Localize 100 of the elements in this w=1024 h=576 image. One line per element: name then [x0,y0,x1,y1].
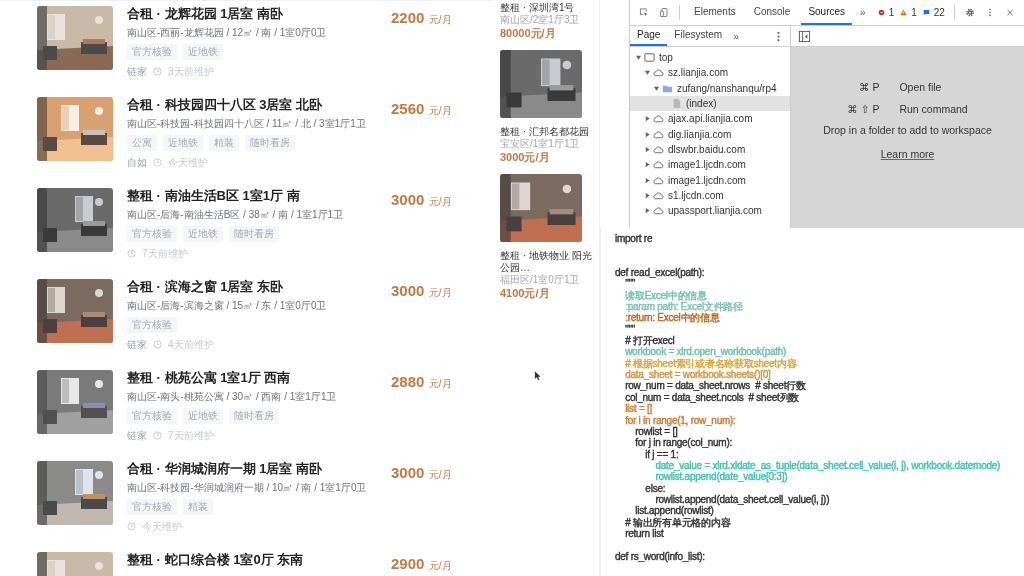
tree-item[interactable]: image1.ljcdn.com [630,157,790,173]
recommendation-title[interactable]: 整租 · 汇邦名都花园 [500,126,595,138]
source-label: 链家 [127,65,147,78]
code-line: for i in range(1, row_num): [624,414,736,426]
devtools-tab[interactable]: Elements [687,0,743,25]
tag: 近地铁 [183,226,223,242]
tag: 精装 [209,135,239,151]
cloud-icon [653,128,664,140]
tree-item[interactable]: upassport.lianjia.com [630,202,790,219]
source-label: 自如 [127,156,147,169]
recommendation-title[interactable]: 整租 · 深圳湾1号 [500,2,595,14]
code-line: 读取Excel中的信息 [624,289,707,301]
tree-item[interactable]: ajax.api.lianjia.com [630,111,790,127]
settings-icon[interactable] [964,6,975,19]
listing-details: 南山区-西丽-龙辉花园 / 12㎡ / 南 / 1室0厅0卫 [127,26,328,39]
code-line: """ [624,323,636,336]
warning-icon [900,8,908,17]
code-line: list = [] [624,403,653,415]
device-icon[interactable] [659,6,670,19]
expand-arrow-icon[interactable] [644,130,651,138]
price-amount: 2880 [391,373,425,390]
warning-count[interactable]: 1 [911,7,917,18]
price-unit: 元/月 [428,378,452,389]
tree-item[interactable]: sz.lianjia.com [630,65,790,81]
clock-icon [153,431,162,440]
recommendation-price: 4100元/月 [500,286,551,300]
expand-arrow-icon[interactable] [644,191,651,199]
tree-item[interactable]: s1.ljcdn.com [630,187,790,203]
listing-details: 南山区-科技园-科技园四十八区 / 11㎡ / 北 / 3室1厅1卫 [127,117,367,130]
clock-icon [127,522,136,531]
tag: 官方核验 [127,44,177,60]
message-count[interactable]: 22 [933,7,945,18]
clock-icon [127,249,136,258]
listing-title[interactable]: 合租 · 华润城润府一期 1居室 南卧 [127,461,379,477]
more-tabs-button[interactable]: » [729,30,743,42]
price-unit: 元/月 [428,105,452,116]
code-line: return list [624,527,664,540]
inspect-icon[interactable] [639,6,650,19]
listing-title[interactable]: 整租 · 桃苑公寓 1室1厅 西南 [127,370,379,386]
code-line: # 根据sheet索引或者名称获取sheet内容 [624,357,797,370]
expand-arrow-icon[interactable] [644,176,651,184]
tag: 随时看房 [229,226,279,242]
tree-item[interactable]: (index) [630,95,790,112]
recommendation-price: 80000元/月 [500,26,557,40]
tree-item[interactable]: dlswbr.baidu.com [630,141,790,158]
price-amount: 2560 [391,100,425,117]
tree-item[interactable]: zufang/nanshanqu/rp4 [630,80,790,96]
tag: 官方核验 [127,499,177,515]
listing-title[interactable]: 合租 · 科技园四十八区 3居室 北卧 [127,97,379,113]
listing-details: 南山区-后海-滨海之窗 / 15㎡ / 东 / 1室0厅0卫 [127,299,328,312]
listing-title[interactable]: 合租 · 龙辉花园 1居室 南卧 [127,6,379,22]
clock-icon [153,340,162,349]
cloud-icon [653,205,664,217]
cloud-icon [653,159,664,171]
price-unit: 元/月 [428,196,452,207]
code-line: row_num = data_sheet.nrows # sheet行数 [624,380,806,392]
devtools-tab[interactable]: Console [746,0,798,25]
expand-arrow-icon[interactable] [644,145,651,153]
expand-arrow-icon[interactable] [644,207,651,215]
shortcut-keys: ⌘ P [847,81,880,93]
listing-title[interactable]: 合租 · 滨海之窗 1居室 东卧 [127,279,379,295]
cloud-icon [653,189,664,201]
price-unit: 元/月 [428,560,452,571]
cursor-icon [534,370,541,381]
recommendation-title[interactable]: 整租 · 地铁物业 阳光公园… [500,250,595,274]
code-line: import re [615,233,653,245]
expand-arrow-icon[interactable] [644,161,651,169]
expand-arrow-icon[interactable] [635,54,642,62]
cloud-icon [653,113,664,125]
price-amount: 3000 [391,282,425,299]
code-line: rowlist = [] [634,425,678,438]
shortcut-action: Run command [899,103,968,115]
recommendation-price: 3000元/月 [500,150,551,164]
cloud-icon [653,143,664,155]
expand-arrow-icon[interactable] [653,84,660,92]
tag: 随时看房 [245,135,295,151]
listing-title[interactable]: 整租 · 南油生活B区 1室1厅 南 [127,188,379,204]
navigator-tab[interactable]: Filesystem [667,26,730,46]
navigator-tab[interactable]: Page [630,26,668,46]
error-icon [877,8,885,17]
tag: 近地铁 [183,408,223,424]
code-line: rowlist.append(data_sheet.cell_value(i, j)) [655,493,830,506]
price-amount: 3000 [391,464,425,481]
tag: 近地铁 [163,135,203,151]
error-count[interactable]: 1 [888,7,895,18]
drop-hint: Drop in a folder to add to workspace [823,124,992,136]
sidebar-toggle-icon[interactable] [798,29,811,43]
more-tabs-button[interactable]: » [856,7,870,18]
clock-icon [153,67,162,76]
tree-item[interactable]: top [630,50,790,66]
learn-more-link[interactable]: Learn more [880,148,935,160]
price-unit: 元/月 [428,14,452,25]
tree-item[interactable]: image1.ljcdn.com [630,172,790,188]
recommendation-details: 福田区/1室0厅1卫 [500,274,581,286]
expand-arrow-icon[interactable] [644,115,651,123]
listing-title[interactable]: 整租 · 蛇口综合楼 1室0厅 东南 [127,552,379,568]
tree-item[interactable]: dig.lianjia.com [630,126,790,142]
tag: 公寓 [127,135,157,151]
expand-arrow-icon[interactable] [644,69,651,77]
shortcut-keys: ⌘ ⇧ P [847,103,880,115]
